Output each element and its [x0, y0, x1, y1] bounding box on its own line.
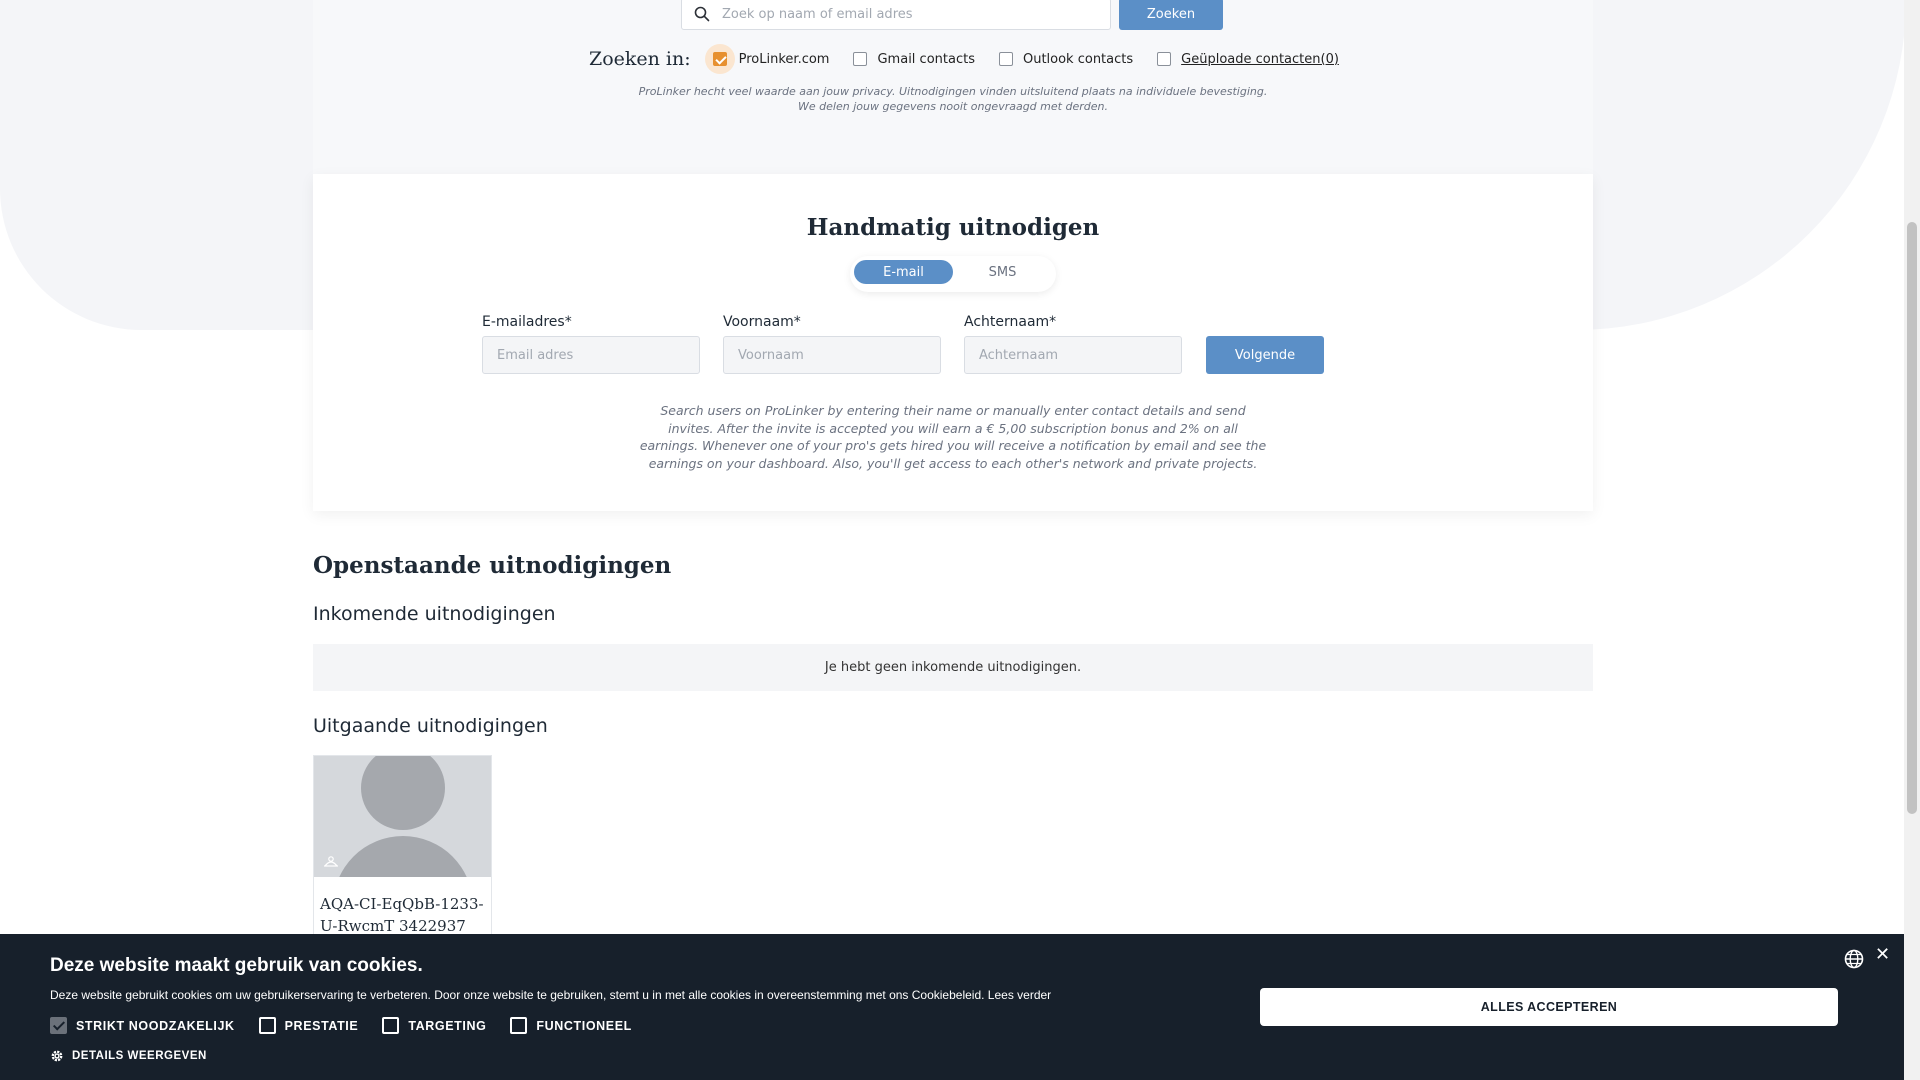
source-prolinker-label: ProLinker.com	[738, 51, 830, 67]
search-sources: Zoeken in: ProLinker.com Gmail contacts …	[589, 44, 1363, 74]
invite-method-toggle: E-mail SMS	[850, 256, 1056, 292]
pending-title: Openstaande uitnodigingen	[313, 552, 672, 579]
search-in-label: Zoeken in:	[589, 48, 691, 70]
source-outlook-label: Outlook contacts	[1022, 51, 1134, 67]
outgoing-invite-card[interactable]: AQA-CI-EqQbB-1233-U-RwcmT 3422937	[313, 755, 492, 955]
cookie-details-label: DETAILS WEERGEVEN	[72, 1050, 207, 1062]
avatar-head	[361, 756, 445, 830]
privacy-line-2: We delen jouw gegevens nooit ongevraagd …	[798, 100, 1108, 113]
email-field-group: E-mailadres*	[482, 314, 700, 374]
search-input[interactable]	[722, 6, 1082, 22]
source-outlook[interactable]: Outlook contacts	[998, 51, 1134, 67]
close-icon[interactable]: ✕	[1875, 946, 1890, 964]
source-gmail-checkbox[interactable]	[853, 52, 868, 66]
cookie-targeting-label: TARGETING	[408, 1018, 487, 1033]
outgoing-title: Uitgaande uitnodigingen	[313, 715, 548, 737]
next-button[interactable]: Volgende	[1206, 336, 1324, 374]
checkbox-focus-halo	[704, 44, 735, 74]
firstname-input[interactable]	[723, 336, 941, 374]
incoming-empty-message: Je hebt geen inkomende uitnodigingen.	[313, 644, 1593, 691]
privacy-line-1: ProLinker hecht veel waarde aan jouw pri…	[638, 85, 1268, 98]
source-prolinker[interactable]: ProLinker.com	[704, 44, 830, 74]
cookie-option-targeting[interactable]: TARGETING	[382, 1017, 486, 1034]
manual-invite-section: Handmatig uitnodigen E-mail SMS E-mailad…	[313, 174, 1593, 511]
incoming-title: Inkomende uitnodigingen	[313, 603, 556, 625]
cookie-targeting-checkbox[interactable]	[382, 1017, 400, 1034]
lastname-field-group: Achternaam*	[964, 314, 1182, 374]
tab-sms[interactable]: SMS	[953, 260, 1052, 284]
firstname-label: Voornaam*	[723, 314, 801, 330]
cookie-functional-label: FUNCTIONEEL	[536, 1018, 632, 1033]
manual-invite-title: Handmatig uitnodigen	[806, 214, 1100, 241]
scrollbar-thumb[interactable]	[1907, 222, 1917, 814]
email-input[interactable]	[482, 336, 700, 374]
cookie-text: Deze website gebruikt cookies om uw gebr…	[50, 988, 1052, 1002]
source-uploaded-link[interactable]: Geüploade contacten(0)	[1181, 52, 1339, 67]
search-section: Zoeken Zoeken in: ProLinker.com Gmail co…	[313, 0, 1593, 174]
cookie-option-functional[interactable]: FUNCTIONEEL	[510, 1017, 632, 1034]
cookie-strict-checkbox	[50, 1017, 67, 1034]
email-label: E-mailadres*	[482, 314, 572, 330]
cookie-performance-checkbox[interactable]	[258, 1017, 276, 1034]
network-icon	[324, 856, 338, 867]
cookie-strict-label: STRIKT NOODZAKELIJK	[76, 1018, 235, 1033]
search-field[interactable]	[681, 0, 1111, 30]
search-row: Zoeken	[681, 0, 1223, 30]
privacy-note: ProLinker hecht veel waarde aan jouw pri…	[313, 84, 1593, 114]
cookie-functional-checkbox[interactable]	[510, 1017, 528, 1034]
cookie-accept-all-button[interactable]: ALLES ACCEPTEREN	[1260, 988, 1838, 1026]
avatar	[314, 756, 491, 877]
globe-icon[interactable]	[1844, 949, 1864, 969]
source-prolinker-checkbox[interactable]	[712, 52, 727, 66]
gear-icon	[51, 1050, 63, 1062]
lastname-label: Achternaam*	[964, 314, 1057, 330]
cookie-banner: Deze website maakt gebruik van cookies. …	[0, 934, 1904, 1080]
source-uploaded-checkbox[interactable]	[1157, 52, 1172, 66]
cookie-title: Deze website maakt gebruik van cookies.	[50, 955, 423, 976]
page-scrollbar[interactable]	[1904, 0, 1920, 1080]
lastname-input[interactable]	[964, 336, 1182, 374]
firstname-field-group: Voornaam*	[723, 314, 941, 374]
search-icon	[694, 6, 710, 22]
invite-help-text: Search users on ProLinker by entering th…	[639, 403, 1267, 471]
source-outlook-checkbox[interactable]	[998, 52, 1013, 66]
source-uploaded[interactable]: Geüploade contacten(0)	[1157, 52, 1339, 67]
cookie-option-performance[interactable]: PRESTATIE	[258, 1017, 359, 1034]
tab-email[interactable]: E-mail	[854, 260, 953, 284]
search-button[interactable]: Zoeken	[1119, 0, 1223, 30]
invite-name: AQA-CI-EqQbB-1233-U-RwcmT 3422937	[320, 895, 484, 935]
source-gmail-label: Gmail contacts	[877, 51, 975, 67]
cookie-performance-label: PRESTATIE	[284, 1018, 359, 1033]
cookie-option-strict: STRIKT NOODZAKELIJK	[50, 1017, 235, 1034]
source-gmail[interactable]: Gmail contacts	[853, 51, 975, 67]
cookie-details-toggle[interactable]: DETAILS WEERGEVEN	[50, 1049, 207, 1063]
cookie-options: STRIKT NOODZAKELIJK PRESTATIE TARGETING …	[50, 1017, 632, 1034]
avatar-body	[333, 836, 473, 877]
